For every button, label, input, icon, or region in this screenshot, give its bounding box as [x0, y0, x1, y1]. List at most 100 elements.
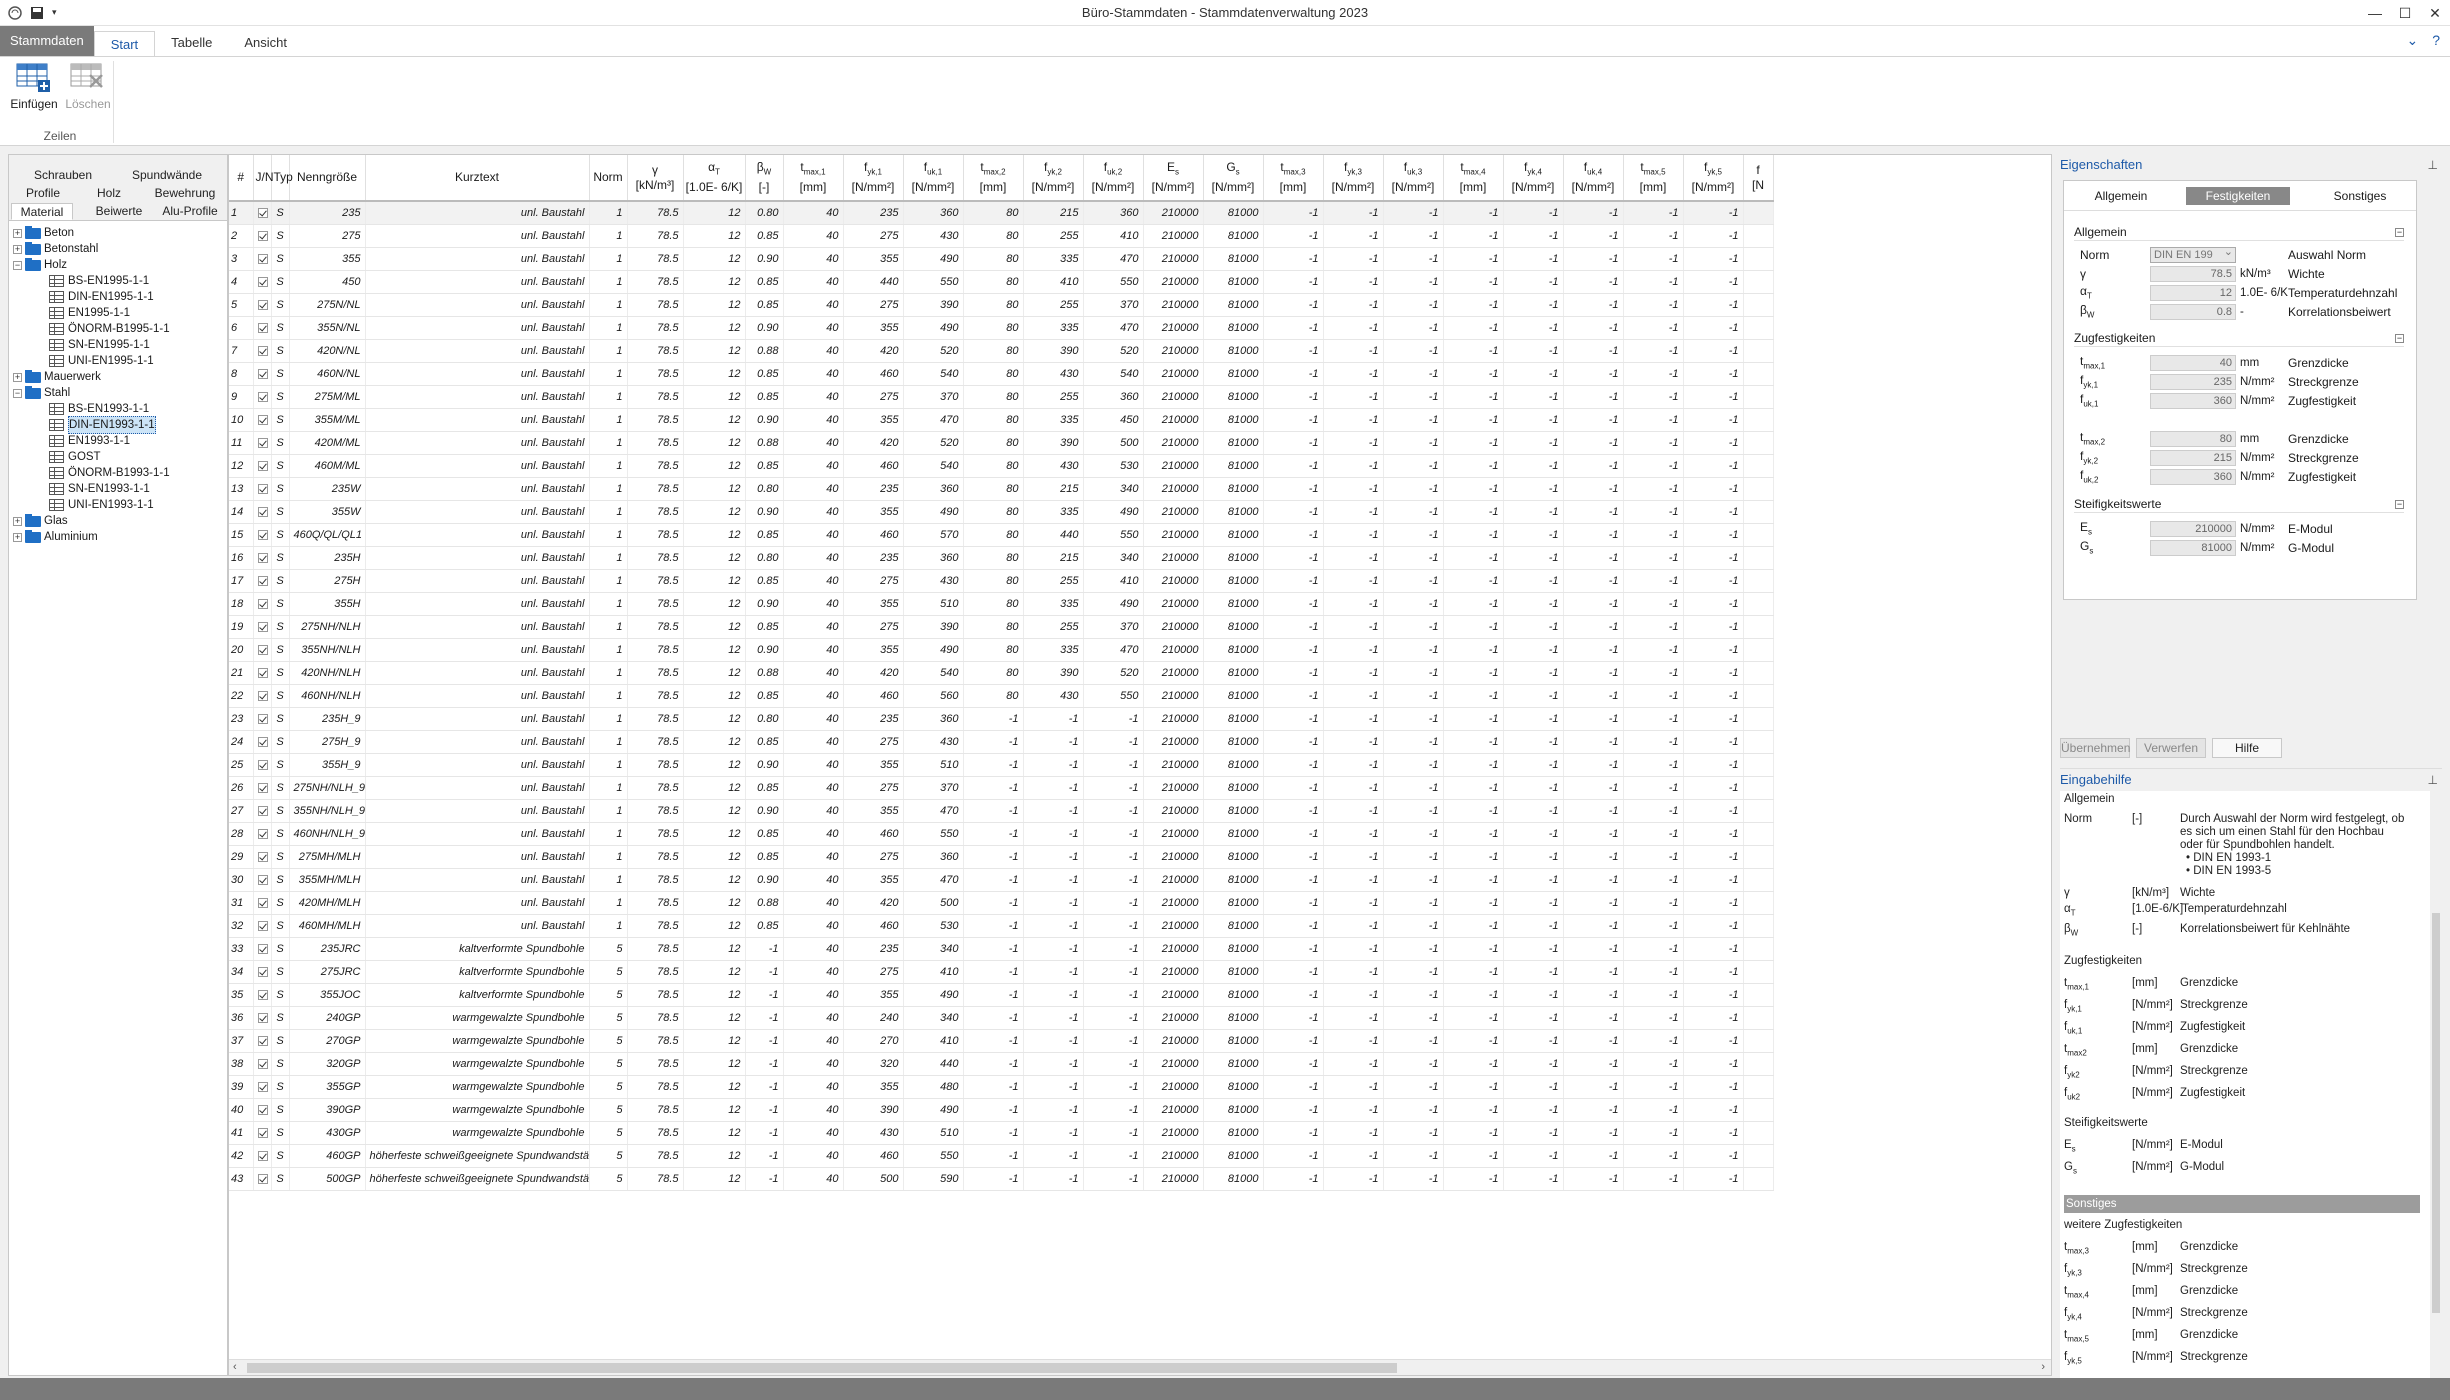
table-cell[interactable]: -1	[1683, 730, 1744, 754]
table-row[interactable]: 11 S 420M/ML unl. Baustahl 1 78.5 12 0.88 40 420 5…	[229, 431, 1774, 455]
table-cell[interactable]: 5	[589, 1167, 628, 1191]
table-cell[interactable]: 510	[903, 1121, 964, 1145]
table-cell[interactable]: 370	[1083, 615, 1144, 639]
table-cell[interactable]: -1	[1263, 546, 1324, 570]
table-cell[interactable]: 5	[589, 1098, 628, 1122]
table-cell[interactable]: 520	[1083, 339, 1144, 363]
table-row[interactable]: 24 S 275H_9 unl. Baustahl 1 78.5 12 0.85 40 275 43…	[229, 730, 1774, 754]
table-cell[interactable]: -1	[963, 753, 1024, 777]
table-cell[interactable]: -1	[745, 1006, 784, 1030]
active-checkbox-cell[interactable]	[253, 868, 272, 892]
table-row[interactable]: 23 S 235H_9 unl. Baustahl 1 78.5 12 0.80 40 235 36…	[229, 707, 1774, 731]
table-cell[interactable]: -1	[745, 1029, 784, 1053]
table-cell[interactable]: -1	[1503, 592, 1564, 616]
table-cell[interactable]: -1	[1683, 638, 1744, 662]
table-cell[interactable]: -1	[1083, 1144, 1144, 1168]
table-cell[interactable]: -1	[1383, 569, 1444, 593]
table-cell[interactable]: -1	[1563, 1144, 1624, 1168]
table-cell[interactable]: 355	[843, 1075, 904, 1099]
table-cell[interactable]: 1	[589, 845, 628, 869]
table-cell[interactable]: -1	[1683, 868, 1744, 892]
table-cell[interactable]: -1	[1683, 983, 1744, 1007]
table-cell[interactable]: 81000	[1203, 454, 1264, 478]
table-cell[interactable]: 550	[1083, 523, 1144, 547]
table-cell[interactable]: 12	[683, 408, 746, 432]
table-cell[interactable]: 40	[783, 362, 844, 386]
table-cell[interactable]: 40	[783, 684, 844, 708]
row-index-cell[interactable]: 1	[229, 201, 254, 225]
table-cell[interactable]: -1	[1503, 1121, 1564, 1145]
table-cell[interactable]: -1	[1383, 454, 1444, 478]
type-cell[interactable]: S	[271, 707, 290, 731]
type-cell[interactable]: S	[271, 684, 290, 708]
table-row[interactable]: 1 S 235 unl. Baustahl 1 78.5 12 0.80 40 235 360 80 2…	[229, 201, 1774, 225]
table-cell[interactable]: 370	[903, 776, 964, 800]
table-cell[interactable]: -1	[1323, 845, 1384, 869]
table-cell[interactable]: 420	[843, 339, 904, 363]
close-button[interactable]: ✕	[2420, 0, 2450, 26]
table-cell[interactable]: -1	[1323, 707, 1384, 731]
type-cell[interactable]: S	[271, 270, 290, 294]
table-cell[interactable]: 81000	[1203, 914, 1264, 938]
table-cell[interactable]	[1743, 224, 1774, 248]
row-index-cell[interactable]: 11	[229, 431, 254, 455]
table-cell[interactable]: 490	[1083, 592, 1144, 616]
table-cell[interactable]: 81000	[1203, 753, 1264, 777]
active-checkbox-cell[interactable]	[253, 1121, 272, 1145]
table-cell[interactable]: 78.5	[627, 1144, 684, 1168]
table-cell[interactable]: -1	[1503, 523, 1564, 547]
table-cell[interactable]: 520	[1083, 661, 1144, 685]
table-cell[interactable]: -1	[963, 1121, 1024, 1145]
active-checkbox-cell[interactable]	[253, 983, 272, 1007]
type-cell[interactable]: S	[271, 1006, 290, 1030]
table-cell[interactable]: 40	[783, 638, 844, 662]
table-cell[interactable]: 390	[1023, 661, 1084, 685]
table-cell[interactable]: 81000	[1203, 316, 1264, 340]
table-cell[interactable]: -1	[1443, 477, 1504, 501]
table-cell[interactable]: 210000	[1143, 707, 1204, 731]
table-cell[interactable]: -1	[1263, 1006, 1324, 1030]
table-cell[interactable]: 78.5	[627, 661, 684, 685]
table-cell[interactable]: 275H	[289, 569, 366, 593]
table-cell[interactable]: 78.5	[627, 454, 684, 478]
table-cell[interactable]: 460	[843, 362, 904, 386]
table-cell[interactable]: 40	[783, 500, 844, 524]
table-cell[interactable]: -1	[1383, 385, 1444, 409]
table-cell[interactable]: 80	[963, 224, 1024, 248]
table-cell[interactable]: -1	[1443, 730, 1504, 754]
gs-field[interactable]: 81000	[2150, 539, 2236, 556]
table-cell[interactable]: -1	[1683, 408, 1744, 432]
type-cell[interactable]: S	[271, 592, 290, 616]
tab-start[interactable]: Start	[93, 31, 156, 57]
table-cell[interactable]: -1	[1323, 822, 1384, 846]
type-cell[interactable]: S	[271, 201, 290, 225]
table-cell[interactable]: -1	[1263, 638, 1324, 662]
table-cell[interactable]: 210000	[1143, 1006, 1204, 1030]
table-cell[interactable]: -1	[1563, 1121, 1624, 1145]
table-cell[interactable]: -1	[1323, 914, 1384, 938]
active-checkbox-cell[interactable]	[253, 293, 272, 317]
type-cell[interactable]: S	[271, 316, 290, 340]
table-cell[interactable]: -1	[1683, 293, 1744, 317]
table-cell[interactable]: -1	[1263, 822, 1324, 846]
table-cell[interactable]: 390	[1023, 431, 1084, 455]
table-cell[interactable]: -1	[1083, 1167, 1144, 1191]
table-cell[interactable]: 460	[843, 684, 904, 708]
table-cell[interactable]: 1	[589, 500, 628, 524]
table-cell[interactable]: 40	[783, 408, 844, 432]
fuk2-field[interactable]: 360	[2150, 468, 2236, 485]
table-cell[interactable]: 235JRC	[289, 937, 366, 961]
table-cell[interactable]: 12	[683, 845, 746, 869]
active-checkbox-cell[interactable]	[253, 201, 272, 225]
table-row[interactable]: 37 S 270GP warmgewalzte Spundbohle 5 78.5 12 -1…	[229, 1029, 1774, 1053]
type-cell[interactable]: S	[271, 776, 290, 800]
table-cell[interactable]: -1	[1563, 592, 1624, 616]
column-header[interactable]: Nenngröße	[289, 155, 366, 202]
table-cell[interactable]: 210000	[1143, 201, 1204, 225]
active-checkbox-cell[interactable]	[253, 224, 272, 248]
table-cell[interactable]: -1	[1683, 1029, 1744, 1053]
table-cell[interactable]: -1	[1263, 293, 1324, 317]
checkbox[interactable]	[257, 667, 268, 678]
table-cell[interactable]: 40	[783, 891, 844, 915]
table-cell[interactable]: -1	[1563, 661, 1624, 685]
